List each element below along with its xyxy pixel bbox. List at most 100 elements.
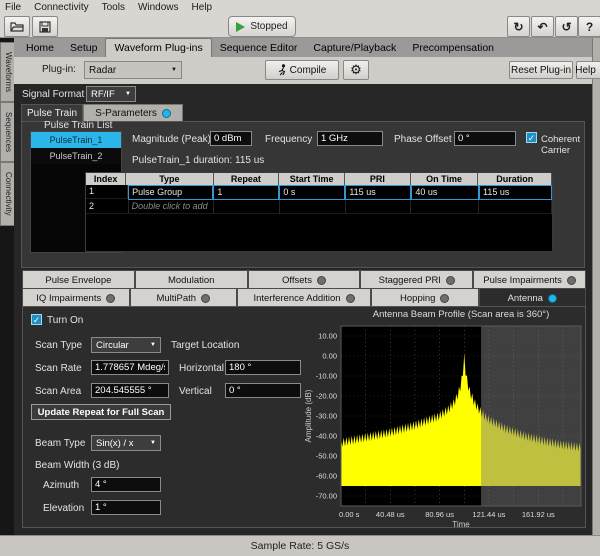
frequency-field[interactable] bbox=[317, 131, 383, 146]
reset-plugin-button[interactable]: Reset Plug-in bbox=[509, 61, 573, 79]
cell-type[interactable]: Pulse Group bbox=[128, 185, 213, 200]
ftab-interference-addition[interactable]: Interference Addition bbox=[237, 288, 371, 308]
help-icon: ? bbox=[586, 20, 593, 34]
svg-text:Amplitude (dB): Amplitude (dB) bbox=[304, 389, 313, 442]
ftab-multipath[interactable]: MultiPath bbox=[130, 288, 238, 308]
feature-tabs-row1: Pulse Envelope Modulation Offsets Stagge… bbox=[22, 270, 586, 290]
col-duration[interactable]: Duration bbox=[478, 173, 552, 185]
menu-connectivity[interactable]: Connectivity bbox=[34, 2, 88, 13]
cell-start-time[interactable]: 0 s bbox=[279, 185, 345, 200]
ftab-antenna[interactable]: Antenna bbox=[479, 288, 587, 308]
tab-capture-playback[interactable]: Capture/Playback bbox=[305, 39, 404, 57]
refresh-button[interactable]: ↺ bbox=[555, 16, 578, 37]
cell-index[interactable]: 1 bbox=[86, 185, 128, 199]
phase-offset-field[interactable] bbox=[454, 131, 516, 146]
col-pri[interactable]: PRI bbox=[345, 173, 411, 185]
ftab-label: Pulse Envelope bbox=[45, 275, 111, 286]
scan-type-select[interactable]: Circular ▼ bbox=[91, 337, 161, 353]
coherent-carrier-label: Coherent Carrier bbox=[541, 134, 584, 156]
col-repeat[interactable]: Repeat bbox=[214, 173, 280, 185]
sidetab-waveforms[interactable]: Waveforms bbox=[0, 42, 15, 102]
pulse-train-panel: Pulse Train List PulseTrain_1 PulseTrain… bbox=[21, 121, 585, 268]
menu-windows[interactable]: Windows bbox=[138, 2, 179, 13]
cell-pri[interactable]: 115 us bbox=[345, 185, 411, 200]
col-type[interactable]: Type bbox=[126, 173, 213, 185]
svg-text:10.00: 10.00 bbox=[318, 332, 337, 341]
cell-on-time[interactable]: 40 us bbox=[411, 185, 479, 200]
update-repeat-button[interactable]: Update Repeat for Full Scan bbox=[31, 404, 171, 420]
menu-help[interactable]: Help bbox=[192, 2, 213, 13]
check-icon: ✓ bbox=[528, 133, 536, 143]
list-item-pulsetrain1[interactable]: PulseTrain_1 bbox=[31, 132, 121, 148]
ftab-label: Antenna bbox=[508, 293, 543, 304]
tab-waveform-plugins[interactable]: Waveform Plug-ins bbox=[105, 38, 211, 57]
ftab-modulation[interactable]: Modulation bbox=[135, 270, 248, 290]
status-dot bbox=[346, 294, 355, 303]
elevation-field[interactable] bbox=[91, 500, 161, 515]
svg-text:121.44 us: 121.44 us bbox=[472, 510, 505, 519]
tab-sequence-editor[interactable]: Sequence Editor bbox=[212, 39, 306, 57]
col-index[interactable]: Index bbox=[86, 173, 126, 185]
ftab-pulse-impairments[interactable]: Pulse Impairments bbox=[473, 270, 586, 290]
right-strip[interactable] bbox=[592, 38, 600, 535]
svg-text:-40.00: -40.00 bbox=[316, 432, 337, 441]
horizontal-field[interactable] bbox=[225, 360, 301, 375]
ftab-offsets[interactable]: Offsets bbox=[248, 270, 361, 290]
cell-duration[interactable]: 115 us bbox=[479, 185, 552, 200]
list-item-pulsetrain2[interactable]: PulseTrain_2 bbox=[31, 148, 121, 164]
menu-tools[interactable]: Tools bbox=[102, 2, 125, 13]
save-icon bbox=[39, 21, 51, 33]
horizontal-label: Horizontal bbox=[179, 363, 224, 374]
compile-button[interactable]: Compile bbox=[265, 60, 339, 80]
menu-file[interactable]: File bbox=[5, 2, 21, 13]
frequency-label: Frequency bbox=[265, 134, 312, 145]
tab-precompensation[interactable]: Precompensation bbox=[404, 39, 502, 57]
signal-format-value: RF/IF bbox=[91, 89, 115, 100]
col-on-time[interactable]: On Time bbox=[411, 173, 479, 185]
magnitude-field[interactable] bbox=[210, 131, 252, 146]
scan-area-field[interactable] bbox=[91, 383, 169, 398]
scan-rate-field[interactable] bbox=[91, 360, 169, 375]
ftab-staggered-pri[interactable]: Staggered PRI bbox=[360, 270, 473, 290]
cell-index[interactable]: 2 bbox=[86, 200, 129, 214]
cell-empty[interactable] bbox=[214, 200, 280, 214]
ftab-label: MultiPath bbox=[156, 293, 196, 304]
run-stop-button[interactable]: Stopped bbox=[228, 16, 296, 37]
beam-type-value: Sin(x) / x bbox=[96, 438, 133, 449]
cell-empty[interactable] bbox=[280, 200, 346, 214]
ftab-pulse-envelope[interactable]: Pulse Envelope bbox=[22, 270, 135, 290]
cell-empty[interactable] bbox=[346, 200, 412, 214]
plugin-help-button[interactable]: Help ▼ bbox=[576, 61, 600, 79]
antenna-beam-chart: Antenna Beam Profile (Scan area is 360°)… bbox=[301, 307, 587, 529]
cell-repeat[interactable]: 1 bbox=[213, 185, 279, 200]
beam-type-select[interactable]: Sin(x) / x ▼ bbox=[91, 435, 161, 451]
beam-profile-plot[interactable]: 10.000.00-10.00-20.00-30.00-40.00-50.00-… bbox=[301, 320, 587, 528]
sidetab-connectivity[interactable]: Connectivity bbox=[0, 162, 15, 226]
menubar: File Connectivity Tools Windows Help bbox=[0, 0, 600, 14]
ftab-iq-impairments[interactable]: IQ Impairments bbox=[22, 288, 130, 308]
tab-setup[interactable]: Setup bbox=[62, 39, 105, 57]
save-button[interactable] bbox=[32, 16, 58, 37]
play-icon bbox=[236, 22, 245, 32]
undo-button[interactable]: ↶ bbox=[531, 16, 554, 37]
turn-on-checkbox[interactable]: ✓ bbox=[31, 314, 42, 325]
signal-format-select[interactable]: RF/IF ▼ bbox=[86, 86, 136, 102]
dropdown-arrow-icon: ▼ bbox=[150, 342, 156, 348]
open-button[interactable] bbox=[4, 16, 30, 37]
plugin-select[interactable]: Radar ▼ bbox=[84, 61, 182, 79]
col-start-time[interactable]: Start Time bbox=[279, 173, 345, 185]
recall-setup-button[interactable]: ↻ bbox=[507, 16, 530, 37]
help-button[interactable]: ? bbox=[578, 16, 600, 37]
tab-home[interactable]: Home bbox=[18, 39, 62, 57]
compile-settings-button[interactable]: ⚙ bbox=[343, 60, 369, 80]
cell-empty[interactable] bbox=[479, 200, 552, 214]
ftab-hopping[interactable]: Hopping bbox=[371, 288, 479, 308]
update-repeat-label: Update Repeat for Full Scan bbox=[38, 407, 165, 418]
status-dot bbox=[548, 294, 557, 303]
azimuth-field[interactable] bbox=[91, 477, 161, 492]
vertical-field[interactable] bbox=[225, 383, 301, 398]
coherent-carrier-checkbox[interactable]: ✓ bbox=[526, 132, 537, 143]
cell-empty[interactable] bbox=[411, 200, 479, 214]
cell-add-placeholder[interactable]: Double click to add bbox=[129, 200, 214, 214]
sidetab-sequences[interactable]: Sequences bbox=[0, 102, 15, 162]
